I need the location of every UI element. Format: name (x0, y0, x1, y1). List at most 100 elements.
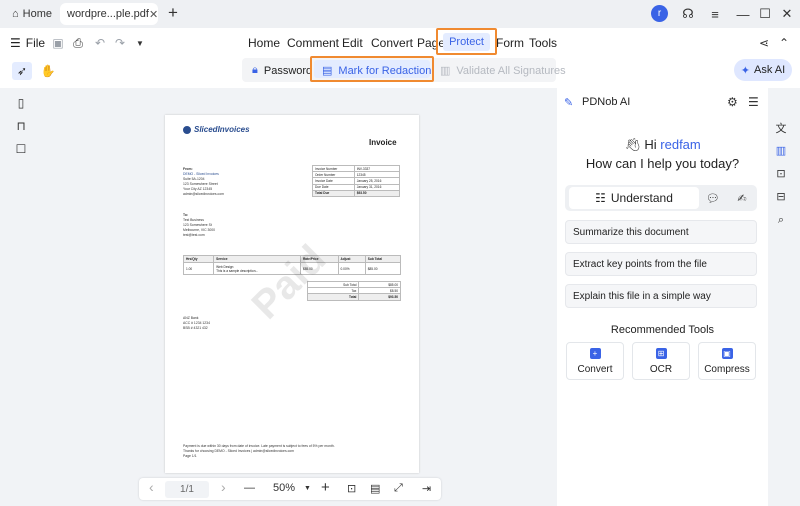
to-line: test@test.com (183, 233, 205, 237)
hamburger-menu-icon[interactable]: ≡ (705, 4, 725, 24)
to-line: Test Business (183, 218, 204, 222)
greeting: 👋︎ Hi redfam (557, 137, 768, 153)
redo-icon[interactable]: ↷ (112, 35, 128, 51)
fullscreen-icon[interactable]: ⤢ (394, 482, 403, 495)
column-header: Adjust (337, 255, 366, 263)
tool-compress-label: Compress (704, 363, 750, 375)
undo-icon[interactable]: ↶ (92, 35, 108, 51)
ocr-icon: ⊞ (655, 347, 667, 359)
support-icon[interactable]: ☊ (678, 4, 698, 24)
fit-width-icon[interactable]: ▤ (370, 482, 380, 495)
convert-icon: + (589, 347, 601, 359)
translate-icon[interactable]: 文 (774, 121, 788, 135)
file-menu-label: File (25, 36, 46, 50)
menu-form[interactable]: Form (496, 36, 524, 50)
menu-tools[interactable]: Tools (529, 36, 557, 50)
print-icon[interactable]: ⎙ (70, 35, 86, 51)
scan-icon[interactable]: ⊡ (774, 166, 788, 180)
from-line: DEMO - Sliced Invoices (183, 172, 219, 176)
tool-ocr-label: OCR (649, 363, 673, 375)
maximize-button[interactable]: ☐ (755, 4, 775, 24)
lock-icon: 🔒︎ (252, 64, 258, 76)
new-tab-button[interactable]: + (168, 3, 178, 23)
footer-line: Thanks for choosing DEMO - Sliced Invoic… (183, 449, 294, 453)
sparkle-icon: ✦ (740, 64, 751, 77)
zoom-out-button[interactable]: — (244, 482, 255, 494)
validate-signatures-button[interactable]: ▥ Validate All Signatures (440, 64, 566, 78)
logo-mark-icon (183, 125, 191, 134)
share-icon[interactable]: ⋖ (756, 35, 772, 51)
zoom-level-select[interactable]: 50% ▼ (273, 482, 311, 494)
total-value: $93.50 (358, 293, 401, 301)
column-header: Hrs/Qty (182, 255, 215, 263)
to-label: To: (183, 213, 189, 217)
collapse-icon[interactable]: ⌃ (776, 35, 792, 51)
signature-icon: ▥ (440, 65, 451, 77)
validate-signatures-label: Validate All Signatures (456, 64, 566, 77)
menu-edit[interactable]: Edit (342, 36, 363, 50)
settings-icon[interactable]: ⚙ (727, 95, 738, 109)
avatar[interactable]: r (651, 5, 668, 22)
from-label: From: (183, 167, 193, 171)
menu-comment[interactable]: Comment (287, 36, 339, 50)
next-page-button[interactable]: › (221, 479, 226, 495)
file-menu-button[interactable]: ☰ File (10, 36, 45, 50)
hand-tool-icon[interactable]: ✋ (38, 62, 58, 80)
close-tab-icon[interactable]: ✕ (149, 8, 158, 21)
ask-ai-button[interactable]: ✦ Ask AI (734, 59, 792, 81)
fit-page-icon[interactable]: ⊡ (347, 482, 356, 495)
ocr-rail-icon[interactable]: ⊟ (774, 189, 788, 203)
chevron-down-icon[interactable]: ▼ (132, 35, 148, 51)
password-button[interactable]: 🔒︎ Password (252, 64, 312, 77)
protect-highlight (436, 28, 497, 55)
bank-line: ANZ Bank (183, 316, 199, 320)
menu-home[interactable]: Home (248, 36, 280, 50)
from-line: Suite 5A-1204 (183, 177, 205, 181)
mode-understand-label: Understand (610, 191, 673, 205)
write-mode-icon[interactable]: ✍︎ (734, 191, 750, 205)
tool-compress[interactable]: ▣ Compress (698, 342, 756, 380)
tool-convert[interactable]: + Convert (566, 342, 624, 380)
suggested-prompt[interactable]: Extract key points from the file (565, 252, 757, 276)
compare-icon[interactable]: ▥ (774, 143, 788, 157)
totals-table: Sub Total $85.00 Tax $8.50 Total $93.50 (306, 280, 401, 301)
pdnob-ai-logo-icon: ✎ (564, 97, 574, 109)
table-cell: $85.00 (364, 262, 402, 275)
table-row: Total Due $93.50 (312, 189, 401, 197)
exit-icon[interactable]: ⇥ (422, 482, 431, 495)
tab-home[interactable]: ⌂ Home (6, 3, 56, 25)
invoice-title: Invoice (369, 138, 397, 147)
mode-understand-button[interactable]: ☷ Understand (569, 187, 699, 209)
main-toolbar: ☰ File ▣ ⎙ ↶ ↷ ▼ Home Comment Edit Conve… (0, 28, 800, 58)
save-icon[interactable]: ▣ (50, 35, 66, 51)
tool-ocr[interactable]: ⊞ OCR (632, 342, 690, 380)
suggested-prompt[interactable]: Explain this file in a simple way (565, 284, 757, 308)
bookmark-icon[interactable]: ⊓ (13, 118, 29, 134)
wave-icon: 👋︎ (624, 137, 641, 152)
tab-document[interactable]: wordpre...ple.pdf ✕ (60, 3, 158, 25)
close-window-button[interactable]: ✕ (777, 4, 797, 24)
prev-page-button[interactable]: ‹ (149, 479, 154, 495)
table-row: Total $93.50 (306, 293, 401, 301)
page-number-input[interactable]: 1/1 (165, 481, 209, 498)
select-tool-icon[interactable]: ➶ (12, 62, 32, 80)
panel-menu-icon[interactable]: ☰ (748, 95, 759, 109)
search-icon[interactable]: ⌕ (774, 213, 788, 227)
chat-mode-icon[interactable]: 💬︎ (705, 191, 721, 205)
ai-panel-title: PDNob AI (582, 96, 631, 108)
comments-icon[interactable]: ☐ (13, 141, 29, 157)
invoice-meta-table: Invoice Number INV-3337 Order Number 12345… (312, 164, 401, 197)
greeting-prefix: Hi (644, 137, 657, 152)
suggested-prompt[interactable]: Summarize this document (565, 220, 757, 244)
total-key: Total (306, 293, 360, 301)
menu-convert[interactable]: Convert (371, 36, 413, 50)
minimize-button[interactable]: — (733, 4, 753, 24)
thumbnails-icon[interactable]: ▯ (13, 95, 29, 111)
column-header: Sub Total (364, 255, 402, 263)
document-page: SlicedInvoices Invoice From: DEMO - Slic… (165, 115, 419, 473)
company-logo: SlicedInvoices (183, 125, 250, 134)
zoom-in-button[interactable]: + (321, 479, 330, 496)
tool-convert-label: Convert (577, 363, 613, 375)
hamburger-icon: ☰ (10, 36, 21, 50)
footer-line: Payment is due within 30 days from date … (183, 444, 335, 448)
